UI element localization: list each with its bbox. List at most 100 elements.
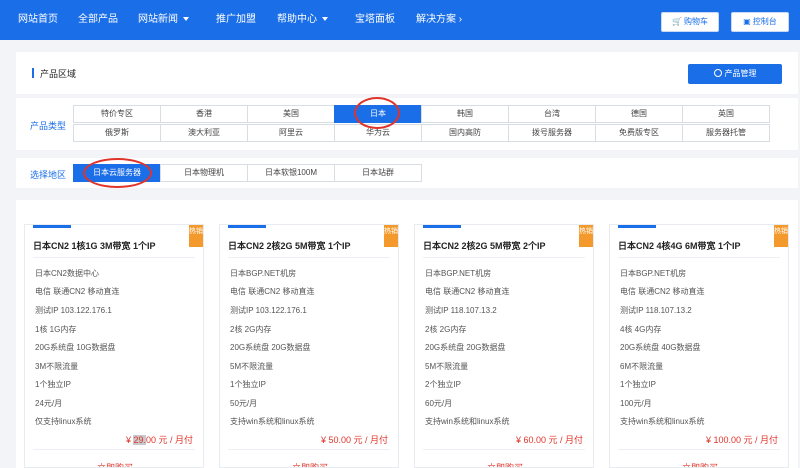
spec-line: 支持win系统和linux系统 xyxy=(620,417,705,426)
spec-line: 24元/月 xyxy=(35,399,63,408)
spec-line: 100元/月 xyxy=(620,399,652,408)
nav-news[interactable]: 网站新闻 xyxy=(138,0,189,40)
product-type-option[interactable]: 日本 xyxy=(334,105,422,123)
divider xyxy=(618,449,780,450)
product-manage-button[interactable]: 产品管理 xyxy=(688,64,782,84)
nav-label: 全部产品 xyxy=(78,14,118,25)
spec-line: 20G系统盘 10G数据盘 xyxy=(35,343,116,352)
product-card[interactable]: 热销日本CN2 1核1G 3M带宽 1个IP 日本CN2数据中心电信 联通CN2 … xyxy=(24,224,204,468)
price-suffix: 60.00 元 / 月付 xyxy=(523,435,583,445)
spec-line: 测试IP 118.107.13.2 xyxy=(425,306,497,315)
price-highlight: 29. xyxy=(133,435,146,445)
spec-line: 支持win系统和linux系统 xyxy=(425,417,510,426)
price-suffix: 50.00 元 / 月付 xyxy=(328,435,388,445)
divider xyxy=(423,449,585,450)
price-suffix: 100.00 元 / 月付 xyxy=(713,435,778,445)
buy-now-button[interactable]: 立即购买 xyxy=(220,461,398,467)
cart-label: 购物车 xyxy=(683,17,708,26)
product-type-option[interactable]: 阿里云 xyxy=(247,124,335,142)
divider xyxy=(33,257,195,258)
price: ¥ 60.00 元 / 月付 xyxy=(516,433,583,446)
nav-label: 解决方案 › xyxy=(416,14,463,25)
spec-line: 20G系统盘 40G数据盘 xyxy=(620,343,701,352)
card-title: 日本CN2 2核2G 5M带宽 1个IP xyxy=(228,241,351,251)
cart-button[interactable]: 🛒 购物车 xyxy=(661,12,719,32)
product-type-option[interactable]: 服务器托管 xyxy=(682,124,770,142)
buy-now-button[interactable]: 立即购买 xyxy=(415,461,593,467)
spec-line: 20G系统盘 20G数据盘 xyxy=(230,343,311,352)
spec-line: 6M不限流量 xyxy=(620,362,664,371)
product-type-option[interactable]: 英国 xyxy=(682,105,770,123)
nav-label: 宝塔面板 xyxy=(355,14,395,25)
spec-line: 电信 联通CN2 移动直连 xyxy=(35,287,120,296)
product-card[interactable]: 热销 日本CN2 2核2G 5M带宽 1个IP 日本BGP.NET机房 电信 联通CN… xyxy=(219,224,399,468)
manage-icon xyxy=(713,69,722,77)
spec-line: 电信 联通CN2 移动直连 xyxy=(620,287,705,296)
title-accent-bar xyxy=(32,68,34,78)
product-type-option[interactable]: 香港 xyxy=(160,105,248,123)
region-option[interactable]: 日本物理机 xyxy=(160,164,248,182)
product-type-option[interactable]: 德国 xyxy=(595,105,683,123)
cart-icon: 🛒 xyxy=(672,17,682,26)
spec-line: 日本BGP.NET机房 xyxy=(425,269,492,278)
product-type-option[interactable]: 华为云 xyxy=(334,124,422,142)
spec-line: 仅支持linux系统 xyxy=(35,417,92,426)
spec-line: 日本BGP.NET机房 xyxy=(620,269,687,278)
spec-line: 电信 联通CN2 移动直连 xyxy=(425,287,510,296)
console-label: 控制台 xyxy=(752,17,777,26)
nav-promotion[interactable]: 推广加盟 xyxy=(216,0,256,40)
product-type-option[interactable]: 美国 xyxy=(247,105,335,123)
divider xyxy=(423,257,585,258)
product-area-header: 产品区域 产品管理 xyxy=(16,52,798,94)
nav-bt-panel[interactable]: 宝塔面板 xyxy=(355,0,395,40)
spec-line: 日本CN2数据中心 xyxy=(35,269,100,278)
nav-solutions[interactable]: 解决方案 › xyxy=(416,0,462,40)
divider xyxy=(228,449,390,450)
product-card[interactable]: 热销 日本CN2 4核4G 6M带宽 1个IP 日本BGP.NET机房 电信 联通CN… xyxy=(609,224,789,468)
card-title: 日本CN2 1核1G 3M带宽 1个IP xyxy=(33,241,156,251)
nav-help[interactable]: 帮助中心 xyxy=(277,0,328,40)
region-option[interactable]: 日本云服务器 xyxy=(73,164,161,182)
spec-line: 测试IP 103.122.176.1 xyxy=(230,306,307,315)
buy-now-button[interactable]: 立即购买 xyxy=(25,461,203,467)
top-nav: 网站首页 全部产品 网站新闻 推广加盟 帮助中心 宝塔面板 解决方案 › 🛒 购物… xyxy=(0,0,800,40)
spec-line: 5M不限流量 xyxy=(230,362,274,371)
nav-home[interactable]: 网站首页 xyxy=(18,0,58,40)
product-type-option[interactable]: 俄罗斯 xyxy=(73,124,161,142)
nav-label: 网站首页 xyxy=(18,14,58,25)
product-type-option[interactable]: 特价专区 xyxy=(73,105,161,123)
region-option[interactable]: 日本站群 xyxy=(334,164,422,182)
spec-line: 测试IP 118.107.13.2 xyxy=(620,306,692,315)
card-accent-bar xyxy=(618,225,656,228)
product-type-option[interactable]: 拨号服务器 xyxy=(508,124,596,142)
divider xyxy=(33,449,195,450)
spec-line: 20G系统盘 20G数据盘 xyxy=(425,343,506,352)
region-option[interactable]: 日本软银100M xyxy=(247,164,335,182)
chevron-down-icon xyxy=(322,17,328,22)
console-button[interactable]: ▣ 控制台 xyxy=(731,12,789,32)
price: ¥ 29.00 元 / 月付 xyxy=(126,433,193,446)
nav-label: 网站新闻 xyxy=(138,14,178,25)
spec-line: 1个独立IP xyxy=(620,380,657,389)
product-type-option[interactable]: 韩国 xyxy=(421,105,509,123)
product-type-option[interactable]: 国内高防 xyxy=(421,124,509,142)
product-type-option[interactable]: 免费版专区 xyxy=(595,124,683,142)
product-type-option[interactable]: 台湾 xyxy=(508,105,596,123)
page-title: 产品区域 xyxy=(40,69,77,79)
price: ¥ 100.00 元 / 月付 xyxy=(706,433,778,446)
hot-badge: 热销 xyxy=(774,225,788,247)
chevron-down-icon xyxy=(183,17,189,22)
card-title: 日本CN2 2核2G 5M带宽 2个IP xyxy=(423,241,546,251)
spec-line: 1个独立IP xyxy=(230,380,267,389)
spec-line: 2核 2G内存 xyxy=(230,325,272,334)
spec-line: 支持win系统和linux系统 xyxy=(230,417,315,426)
product-card[interactable]: 热销 日本CN2 2核2G 5M带宽 2个IP 日本BGP.NET机房 电信 联通CN… xyxy=(414,224,594,468)
product-type-option[interactable]: 澳大利亚 xyxy=(160,124,248,142)
spec-line: 测试IP 103.122.176.1 xyxy=(35,306,112,315)
divider xyxy=(228,257,390,258)
spec-line: 2个独立IP xyxy=(425,380,462,389)
buy-now-button[interactable]: 立即购买 xyxy=(610,461,788,467)
hot-badge: 热销 xyxy=(189,225,203,247)
nav-all-products[interactable]: 全部产品 xyxy=(78,0,118,40)
price: ¥ 50.00 元 / 月付 xyxy=(321,433,388,446)
